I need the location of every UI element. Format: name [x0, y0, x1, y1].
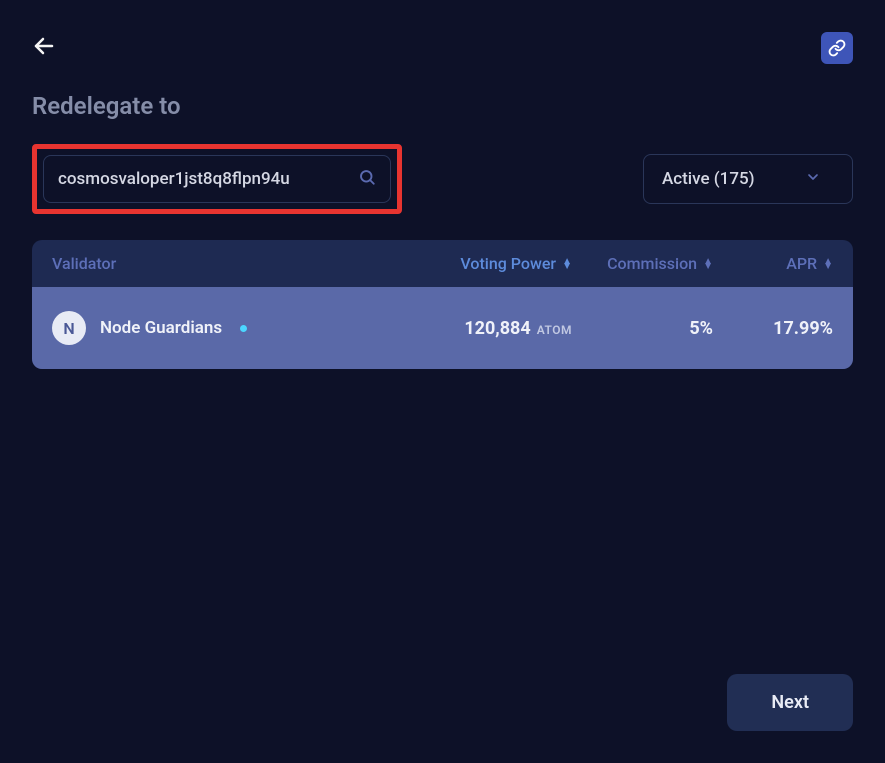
avatar: N	[52, 311, 86, 345]
back-button[interactable]	[32, 34, 56, 62]
voting-amount: 120,884	[464, 318, 530, 339]
status-dot-icon	[240, 325, 247, 332]
main-container: Redelegate to Active (175) Validator Vot…	[0, 0, 885, 763]
column-header-commission[interactable]: Commission ▲▼	[572, 254, 713, 273]
table-header-row: Validator Voting Power ▲▼ Commission ▲▼ …	[32, 240, 853, 287]
apr-cell: 17.99%	[713, 318, 833, 339]
header-bar	[32, 32, 853, 64]
copy-link-button[interactable]	[821, 32, 853, 64]
voting-power-cell: 120,884 ATOM	[392, 318, 572, 339]
search-field-container[interactable]	[43, 155, 391, 203]
page-title: Redelegate to	[32, 92, 853, 120]
next-button[interactable]: Next	[727, 674, 853, 731]
chevron-down-icon	[805, 169, 821, 189]
validator-cell: N Node Guardians	[52, 311, 392, 345]
footer: Next	[32, 674, 853, 731]
validator-name: Node Guardians	[100, 318, 222, 338]
column-header-validator: Validator	[52, 254, 392, 273]
search-highlight-frame	[32, 144, 402, 214]
arrow-left-icon	[32, 34, 56, 58]
search-filter-row: Active (175)	[32, 144, 853, 214]
filter-label: Active (175)	[662, 169, 755, 189]
table-row[interactable]: N Node Guardians 120,884 ATOM 5% 17.99%	[32, 287, 853, 369]
validators-table: Validator Voting Power ▲▼ Commission ▲▼ …	[32, 240, 853, 369]
link-icon	[828, 39, 846, 57]
column-header-apr[interactable]: APR ▲▼	[713, 254, 833, 273]
sort-icon: ▲▼	[703, 259, 713, 269]
status-filter-dropdown[interactable]: Active (175)	[643, 154, 853, 204]
commission-cell: 5%	[572, 318, 713, 339]
column-header-voting-power[interactable]: Voting Power ▲▼	[392, 254, 572, 273]
sort-icon: ▲▼	[562, 259, 572, 269]
search-input[interactable]	[58, 169, 350, 189]
voting-unit: ATOM	[537, 323, 572, 337]
sort-icon: ▲▼	[823, 259, 833, 269]
search-icon	[358, 168, 376, 190]
